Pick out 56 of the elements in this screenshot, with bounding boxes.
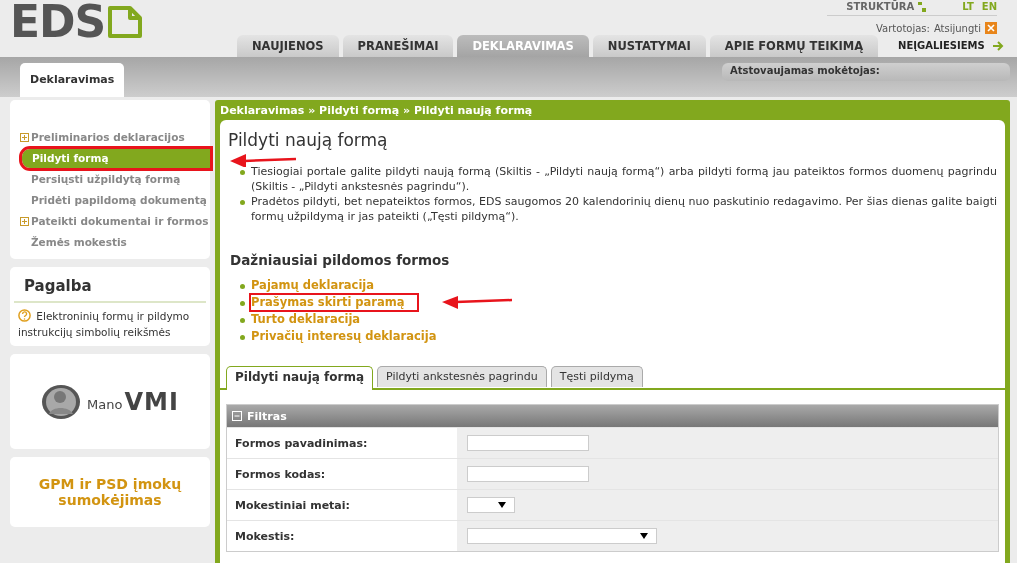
caret-icon (640, 533, 648, 539)
representative-label: Atstovaujamas mokėtojas: (730, 65, 880, 76)
select-field[interactable] (467, 497, 515, 513)
help-link[interactable]: Elektroninių formų ir pildymo instrukcijų simbolių reikšmės (18, 308, 204, 340)
field-label: Mokestis: (234, 528, 296, 545)
help-title: Pagalba (14, 277, 206, 303)
sitemap-icon (918, 1, 927, 12)
form-tab[interactable]: Tęsti pildymą (550, 366, 643, 387)
select-field[interactable] (467, 528, 657, 544)
nav-tab[interactable]: NUSTATYMAI (592, 35, 706, 57)
user-label: Vartotojas: (876, 22, 930, 34)
form-tab[interactable]: Pildyti naują formą (226, 366, 374, 390)
section-tab[interactable]: Deklaravimas (20, 63, 125, 97)
expand-icon[interactable] (20, 133, 29, 142)
sidebar-item[interactable]: Preliminarios deklaracijos (30, 128, 189, 147)
structure-link[interactable]: STRUKTŪRA (846, 1, 915, 12)
field-label: Formos pavadinimas: (234, 435, 369, 452)
logout-link[interactable]: Atsijungti (933, 22, 981, 34)
form-link[interactable]: Privačių interesų deklaracija (251, 329, 437, 344)
document-icon (107, 5, 144, 39)
nav-tab[interactable]: PRANEŠIMAI (342, 35, 454, 57)
section-heading: Dažniausiai pildomos formos (230, 252, 451, 268)
logo-text[interactable]: VMI (124, 387, 179, 416)
breadcrumb: Deklaravimas » Pildyti formą » Pildyti naują formą (220, 103, 534, 119)
info-text: Pradėtos pildyti, bet nepateiktos formos, EDS saugomos 20 kalendorinių dienų nuo paskutinio redagavimo. Per šias dienas galite baigti formų užpildymą ir jas pateikti („Tęsti pildymą“). (251, 194, 997, 224)
logo-text[interactable]: EDS (10, 2, 106, 42)
sidebar-item[interactable]: Pridėti papildomą dokumentą (30, 191, 211, 210)
page-title: Pildyti naują formą (228, 130, 389, 150)
filter-header[interactable]: Filtras (227, 405, 998, 427)
close-icon[interactable] (985, 22, 997, 34)
field-label: Formos kodas: (234, 466, 327, 483)
form-link[interactable]: Pajamų deklaracija (251, 278, 375, 293)
form-link[interactable]: Turto deklaracija (251, 312, 361, 327)
logo-text[interactable]: Mano (87, 391, 123, 412)
accessibility-link[interactable]: NEĮGALIESIEMS (894, 35, 985, 57)
arrow-right-icon (992, 41, 1004, 51)
sidebar-item[interactable]: Žemės mokestis (30, 233, 131, 252)
input-field[interactable] (467, 435, 589, 451)
nav-tab[interactable]: APIE FORMŲ TEIKIMĄ (709, 35, 879, 57)
caret-icon (498, 502, 506, 508)
sidebar-item[interactable]: Pildyti formą (22, 149, 210, 168)
form-tab[interactable]: Pildyti ankstesnės pagrindu (377, 366, 547, 387)
field-label: Mokestiniai metai: (234, 497, 351, 514)
help-icon[interactable] (18, 309, 31, 322)
sidebar-item[interactable]: Pateikti dokumentai ir formos (30, 212, 213, 231)
nav-tab[interactable]: NAUJIENOS (237, 35, 339, 57)
filter-title: Filtras (247, 409, 287, 423)
form-link[interactable]: Prašymas skirti paramą (251, 295, 417, 310)
user-icon (41, 383, 82, 420)
input-field[interactable] (467, 466, 589, 482)
annotation-arrow (442, 295, 512, 309)
expand-icon[interactable] (20, 217, 29, 226)
sidebar-item[interactable]: Persiųsti užpildytą formą (30, 170, 185, 189)
annotation-arrow (230, 153, 296, 167)
collapse-icon[interactable] (232, 411, 242, 421)
info-text: Tiesiogiai portale galite pildyti naują formą (Skiltis - „Pildyti naują formą“) arba pildyti formą jau pateiktos formos duomenų pagrindu (Skiltis - „Pildyti ankstesnės pagrindu“). (251, 164, 997, 194)
